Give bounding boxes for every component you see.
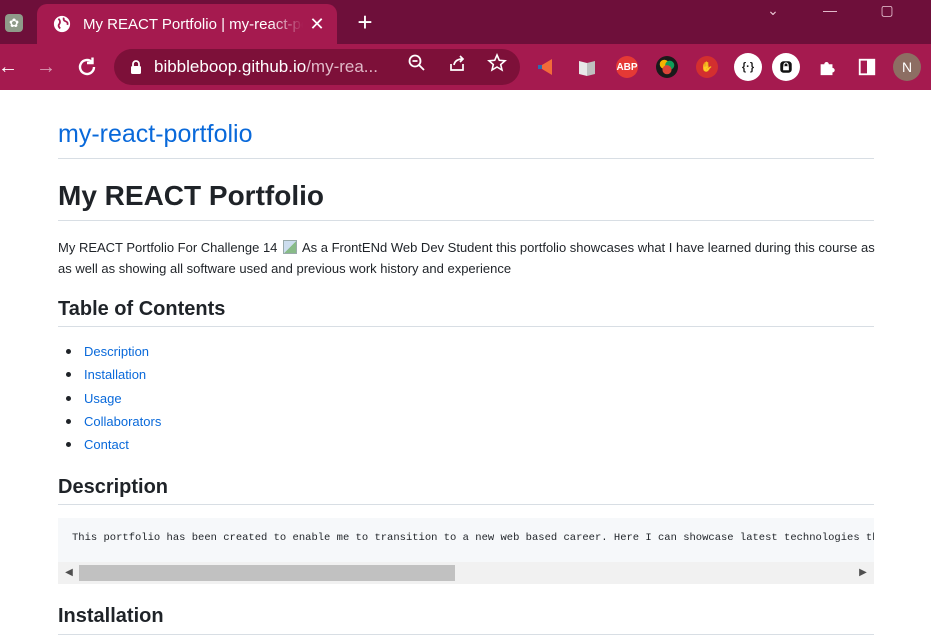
page-title: My REACT Portfolio bbox=[58, 180, 324, 211]
broken-image-icon bbox=[283, 240, 298, 254]
reader-extension-icon[interactable] bbox=[576, 56, 598, 78]
divider bbox=[58, 220, 874, 221]
bullet-icon bbox=[66, 349, 71, 355]
description-heading: Description bbox=[58, 476, 169, 498]
toc-item: Contact bbox=[66, 433, 161, 456]
tab-strip: ✿ My REACT Portfolio | my-react-portfoli… bbox=[0, 0, 931, 44]
url-text[interactable]: bibbleboop.github.io/my-rea... bbox=[154, 57, 394, 77]
toc-link-description[interactable]: Description bbox=[84, 344, 149, 359]
profile-avatar[interactable]: N bbox=[893, 53, 921, 81]
stop-hand-extension-icon[interactable]: ✋ bbox=[696, 56, 718, 78]
repo-title-link[interactable]: my-react-portfolio bbox=[58, 120, 253, 149]
browser-toolbar: ← → bibbleboop.github.io/my-rea... ABP ✋… bbox=[0, 44, 931, 90]
pinned-tab[interactable]: ✿ bbox=[0, 10, 28, 36]
toc-item: Usage bbox=[66, 387, 161, 410]
bullet-icon bbox=[66, 419, 71, 425]
divider bbox=[58, 326, 874, 327]
share-icon[interactable] bbox=[447, 53, 467, 73]
toc-link-collaborators[interactable]: Collaborators bbox=[84, 414, 161, 429]
toc-item: Description bbox=[66, 340, 161, 363]
back-arrow-icon[interactable]: ← bbox=[0, 55, 20, 79]
bullet-icon bbox=[66, 442, 71, 448]
toc-link-installation[interactable]: Installation bbox=[84, 367, 146, 382]
maximize-button[interactable]: ▢ bbox=[872, 0, 902, 24]
minimize-button[interactable]: — bbox=[815, 0, 845, 24]
installation-heading: Installation bbox=[58, 605, 164, 627]
intro-text-after: As a FrontENd Web Dev Student this portf… bbox=[301, 240, 875, 255]
toc-item: Installation bbox=[66, 363, 161, 386]
tab-close-icon[interactable]: ✕ bbox=[307, 14, 327, 35]
forward-arrow-icon[interactable]: → bbox=[34, 55, 58, 79]
extensions-puzzle-icon[interactable] bbox=[816, 56, 838, 78]
scrollbar-thumb[interactable] bbox=[79, 565, 455, 581]
zoom-icon[interactable] bbox=[407, 53, 427, 73]
colorful-extension-icon[interactable] bbox=[656, 56, 678, 78]
url-host: bibbleboop.github.io bbox=[154, 57, 307, 76]
scroll-left-arrow-icon[interactable]: ◀ bbox=[62, 565, 76, 581]
bullet-icon bbox=[66, 395, 71, 401]
toc-item: Collaborators bbox=[66, 410, 161, 433]
lock-extension-icon[interactable] bbox=[772, 53, 800, 81]
table-of-contents: Description Installation Usage Collabora… bbox=[66, 340, 161, 456]
active-tab[interactable]: My REACT Portfolio | my-react-portfolio … bbox=[37, 4, 337, 44]
lock-icon[interactable] bbox=[128, 59, 144, 75]
description-code-text: This portfolio has been created to enabl… bbox=[72, 532, 874, 544]
divider bbox=[58, 158, 874, 159]
intro-text-before: My REACT Portfolio For Challenge 14 bbox=[58, 240, 278, 255]
page-viewport: my-react-portfolio My REACT Portfolio My… bbox=[0, 90, 931, 637]
divider bbox=[58, 634, 874, 635]
megaphone-extension-icon[interactable] bbox=[535, 56, 557, 78]
intro-line-1: My REACT Portfolio For Challenge 14 As a… bbox=[58, 237, 898, 258]
json-extension-icon[interactable]: {·} bbox=[734, 53, 762, 81]
url-path: /my-rea... bbox=[306, 57, 378, 76]
bookmark-star-icon[interactable] bbox=[487, 53, 507, 73]
intro-line-2: as well as showing all software used and… bbox=[58, 261, 512, 276]
divider bbox=[58, 504, 874, 505]
scroll-right-arrow-icon[interactable]: ▶ bbox=[856, 565, 870, 581]
globe-icon bbox=[53, 15, 71, 33]
horizontal-scrollbar[interactable]: ◀ ▶ bbox=[58, 562, 874, 584]
tab-title: My REACT Portfolio | my-react-portfolio bbox=[83, 15, 303, 33]
adblock-plus-icon[interactable]: ABP bbox=[616, 56, 638, 78]
side-panel-icon[interactable] bbox=[856, 56, 878, 78]
toc-heading: Table of Contents bbox=[58, 298, 226, 320]
tab-search-icon[interactable]: ⌄ bbox=[758, 0, 788, 24]
reload-icon[interactable] bbox=[75, 55, 99, 79]
new-tab-button[interactable]: + bbox=[352, 8, 378, 36]
intro-paragraph: My REACT Portfolio For Challenge 14 As a… bbox=[58, 237, 898, 279]
chatgpt-logo-icon: ✿ bbox=[5, 14, 23, 32]
toc-link-usage[interactable]: Usage bbox=[84, 391, 122, 406]
bullet-icon bbox=[66, 372, 71, 378]
toc-link-contact[interactable]: Contact bbox=[84, 437, 129, 452]
